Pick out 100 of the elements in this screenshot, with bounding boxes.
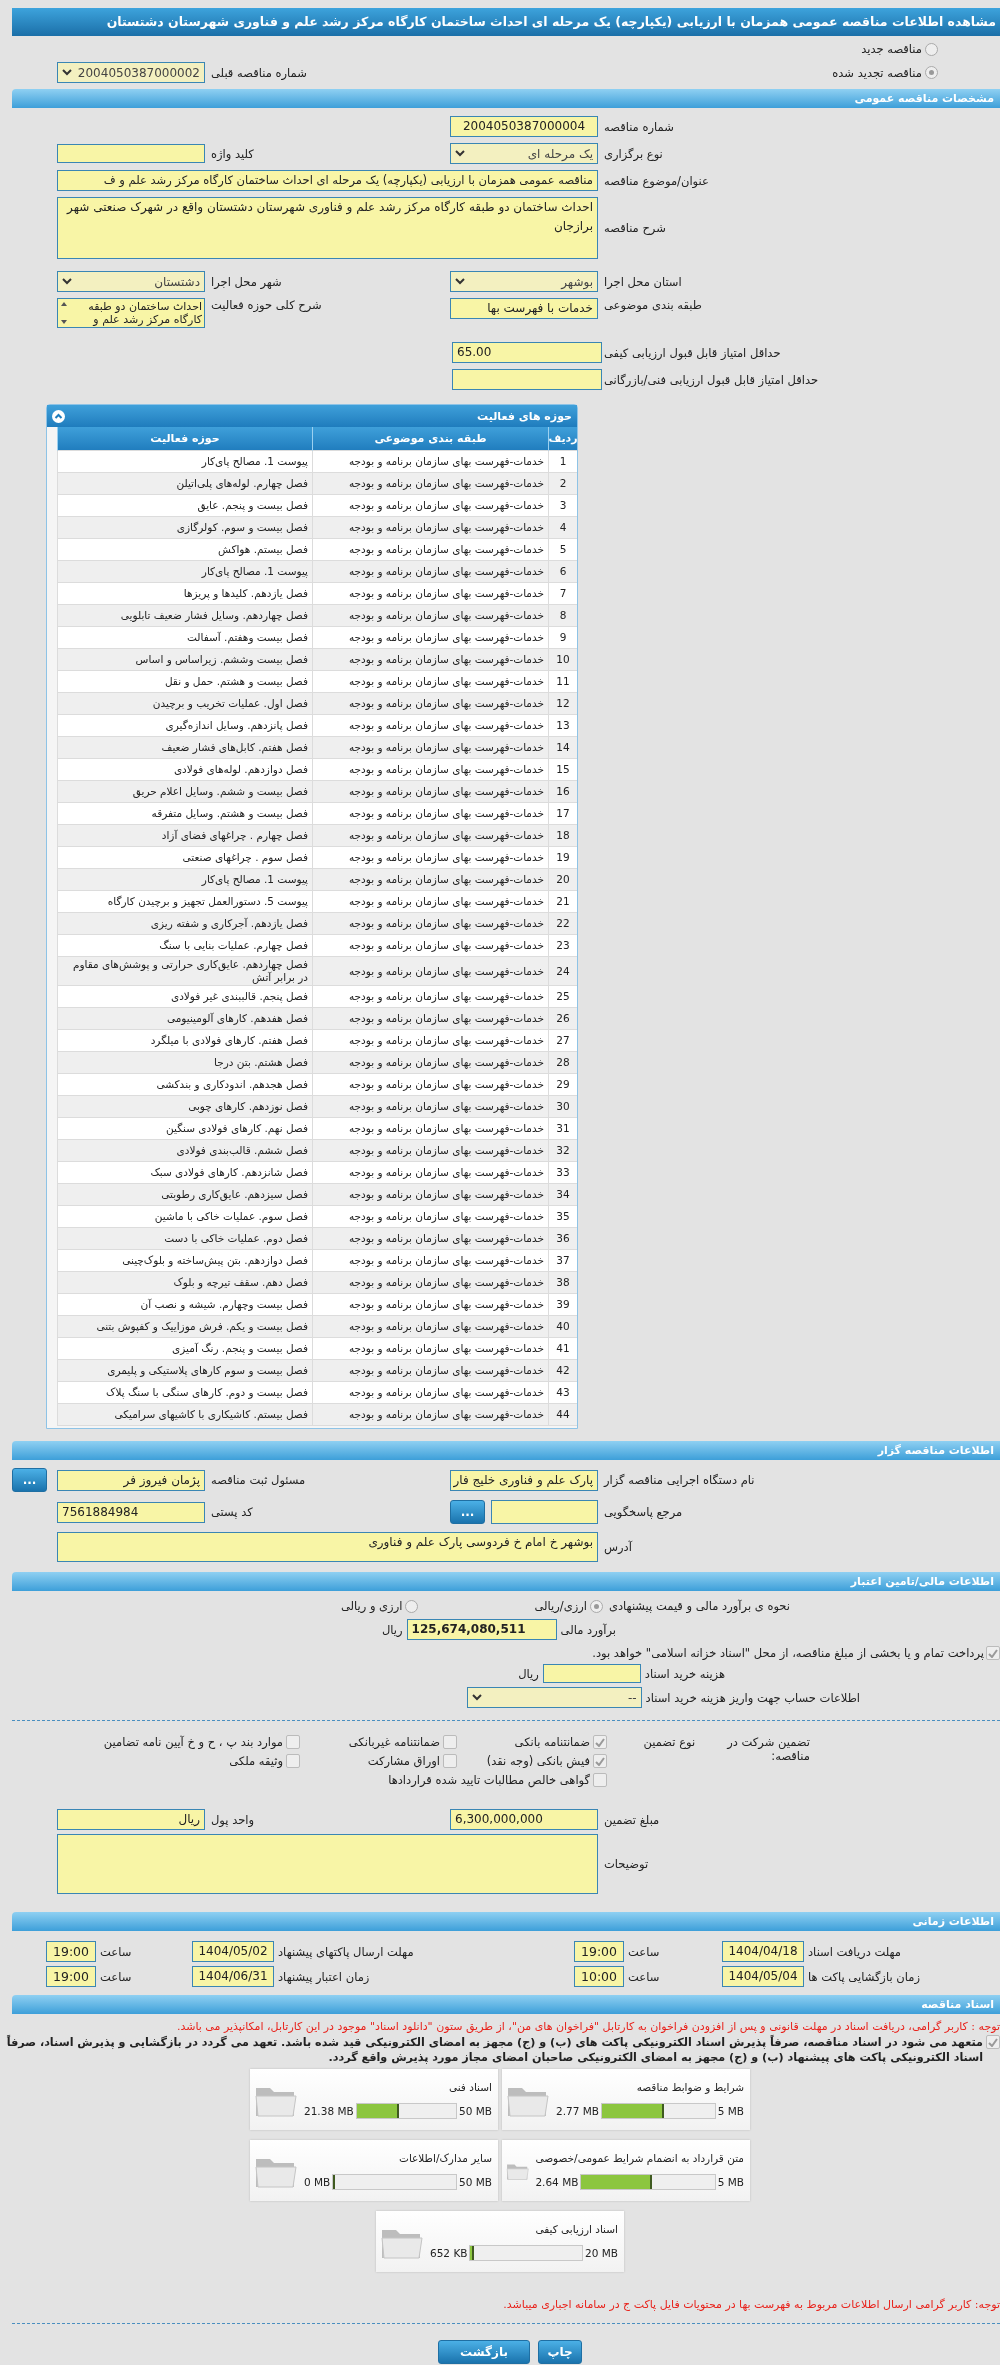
file-size: 21.38 MB: [304, 2104, 354, 2117]
checkbox[interactable]: [593, 1754, 607, 1768]
time-field[interactable]: 19:00: [574, 1941, 624, 1962]
radio-button[interactable]: [925, 42, 938, 56]
document-name: شرایط و ضوابط مناقصه: [635, 2080, 744, 2093]
field-label: شماره مناقصه قبلی: [210, 65, 308, 80]
field-label: واحد پول: [210, 1812, 256, 1827]
field-label: عنوان/موضوع مناقصه: [603, 173, 710, 188]
browse-button[interactable]: ...: [12, 1468, 47, 1492]
technical-score-field[interactable]: [452, 369, 602, 390]
field-label: زمان اعتبار پیشنهاد: [277, 1969, 371, 1984]
date-field[interactable]: 1404/04/18: [722, 1941, 804, 1962]
time-field[interactable]: 19:00: [46, 1941, 96, 1962]
previous-number-select[interactable]: 2004050387000002: [57, 62, 205, 83]
checkbox-label: پرداخت تمام و یا بخشی از مبلغ مناقصه، از محل "اسناد خزانه اسلامی" خواهد بود.: [592, 1646, 984, 1660]
estimate-field[interactable]: 125,674,080,511: [406, 1619, 557, 1640]
field-label: مسئول ثبت مناقصه: [210, 1473, 307, 1487]
registrar-field[interactable]: پژمان فیروز فر: [57, 1469, 205, 1491]
checkbox[interactable]: [286, 1735, 300, 1749]
unit-label: ریال: [518, 1666, 539, 1681]
checkbox[interactable]: [286, 1754, 300, 1768]
activity-summary-field[interactable]: احداث ساختمان دو طبقه کارگاه مرکز رشد علم و: [57, 298, 205, 328]
currency-field[interactable]: ریال: [57, 1809, 205, 1830]
notes-field[interactable]: [57, 1834, 598, 1894]
max-size: 50 MB: [459, 2175, 492, 2188]
category-field[interactable]: خدمات با فهرست بها: [450, 298, 598, 319]
radio-label: ارزی و ریالی: [340, 1599, 403, 1613]
max-size: 5 MB: [717, 2104, 744, 2117]
field-label: نوع تضمین: [642, 1735, 696, 1749]
organization-field[interactable]: پارک علم و فناوری خلیج فار: [450, 1469, 598, 1491]
date-field[interactable]: 1404/05/04: [722, 1966, 804, 1987]
checkbox-label: وثیقه ملکی: [229, 1754, 283, 1768]
chevron-down-icon: [62, 278, 72, 285]
commitment-text: متعهد می شود در اسناد مناقصه، صرفاً پذیرش اسناد الکترونیکی پاکت های (ب) و (ج) مجهز به امضای الکترونیکی قید شده باشد. تعهد می گردد در بازگشایی و پذیرش اسناد، صرفاً اسناد الکترونیکی پاکت های پیشنهاد (ب) و (ج) مجهز به امضای الکترونیکی صاحبان امضای مجاز مورد پذیرش واقع گردد.: [5, 2035, 983, 2065]
date-field[interactable]: 1404/06/31: [192, 1966, 274, 1987]
time-field[interactable]: 10:00: [574, 1966, 624, 1987]
document-name: اسناد فنی: [447, 2080, 492, 2093]
radio-button[interactable]: [925, 66, 938, 79]
checkbox-label: موارد بند پ ، ح و خ آیین نامه تضامین: [103, 1735, 283, 1749]
radio-button[interactable]: [405, 1599, 419, 1613]
collapse-icon[interactable]: [52, 409, 65, 423]
address-field[interactable]: بوشهر خ امام خ فردوسی پارک علم و فناوری: [57, 1532, 598, 1562]
radio-label: مناقصه جدید: [861, 42, 922, 56]
table-cell: خدمات-فهرست بهای سازمان برنامه و بودجه: [312, 1404, 548, 1426]
table-cell: 44: [548, 1404, 577, 1426]
field-label: مرجع پاسخگویی: [603, 1505, 684, 1519]
field-label: حداقل امتیاز قابل قبول ارزیابی فنی/بازرگانی: [603, 372, 820, 387]
radio-label: مناقصه تجدید شده: [832, 65, 922, 80]
field-label: کد پستی: [210, 1505, 254, 1519]
reference-field[interactable]: [491, 1500, 598, 1524]
quality-score-field[interactable]: 65.00: [452, 342, 602, 363]
keyword-field[interactable]: [57, 144, 205, 163]
checkbox-label: ضمانتنامه بانکی: [514, 1735, 590, 1749]
field-label: شماره مناقصه: [603, 119, 675, 134]
checkbox[interactable]: [593, 1773, 607, 1787]
field-label: نام دستگاه اجرایی مناقصه گزار: [602, 1473, 756, 1487]
file-size: 652 KB: [430, 2246, 468, 2259]
max-size: 20 MB: [585, 2246, 618, 2259]
field-label: مهلت دریافت اسناد: [807, 1944, 902, 1959]
guarantee-amount-field[interactable]: 6,300,000,000: [450, 1809, 598, 1830]
print-button[interactable]: چاپ: [538, 2340, 582, 2364]
province-select[interactable]: بوشهر: [450, 271, 598, 292]
checkbox[interactable]: [986, 2035, 1000, 2049]
section-header: اطلاعات مناقصه گزار: [12, 1441, 1000, 1460]
file-size: 0 MB: [304, 2175, 331, 2188]
document-name: متن قرارداد به انضمام شرایط عمومی/خصوصی: [535, 2151, 744, 2164]
postal-code-field[interactable]: 7561884984: [57, 1501, 205, 1523]
field-label: برآورد مالی: [560, 1622, 616, 1637]
field-label: ساعت: [627, 1944, 661, 1959]
section-header: اطلاعات زمانی: [12, 1912, 1000, 1931]
field-label: شرح مناقصه: [603, 221, 667, 235]
checkbox-label: ضمانتنامه غیربانکی: [348, 1735, 440, 1749]
max-size: 50 MB: [459, 2104, 492, 2117]
checkbox[interactable]: [443, 1735, 457, 1749]
page-title: مشاهده اطلاعات مناقصه عمومی همزمان با ارزیابی (یکپارچه) یک مرحله ای احداث ساختمان کارگاه مرکز رشد علم و فناوری شهرستان دشتستان: [12, 8, 1000, 36]
back-button[interactable]: بازگشت: [438, 2340, 530, 2364]
time-field[interactable]: 19:00: [46, 1966, 96, 1987]
section-header: مشخصات مناقصه عمومی: [12, 89, 1000, 108]
checkbox[interactable]: [443, 1754, 457, 1768]
field-label: تضمین شرکت در مناقصه:: [725, 1735, 810, 1763]
document-cost-field[interactable]: [542, 1664, 641, 1683]
field-label: مبلغ تضمین: [603, 1812, 661, 1827]
browse-button[interactable]: ...: [450, 1500, 485, 1524]
radio-label: ارزی/ریالی: [534, 1599, 587, 1613]
field-label: استان محل اجرا: [603, 274, 683, 289]
account-select[interactable]: --: [466, 1687, 642, 1708]
notice-text: توجه : کاربر گرامی، دریافت اسناد در مهلت قانونی و پس از افزودن فراخوان به کارتابل "فراخوان های من"، از طریق ستون "دانلود اسناد" موجود در این کارتابل، امکانپذیر می باشد.: [175, 2020, 1000, 2033]
tender-number-field[interactable]: 2004050387000004: [450, 116, 598, 137]
field-label: مهلت ارسال پاکتهای پیشنهاد: [277, 1944, 415, 1959]
field-label: نحوه ی برآورد مالی و قیمت پیشنهادی: [608, 1599, 790, 1613]
date-field[interactable]: 1404/05/02: [192, 1941, 274, 1962]
radio-button[interactable]: [589, 1599, 603, 1613]
section-header: اطلاعات مالی/تامین اعتبار: [12, 1572, 1000, 1591]
subject-field[interactable]: مناقصه عمومی همزمان با ارزیابی (یکپارچه) یک مرحله ای احداث ساختمان کارگاه مرکز رشد علم و ف: [57, 170, 598, 191]
city-select[interactable]: دشتستان: [57, 271, 205, 292]
checkbox[interactable]: [986, 1646, 1000, 1660]
checkbox[interactable]: [593, 1735, 607, 1749]
field-label: طبقه بندی موضوعی: [603, 298, 703, 312]
description-field[interactable]: احداث ساختمان دو طبقه کارگاه مرکز رشد علم و فناوری شهرستان دشتستان واقع در شهرک صنعتی شهر برازجان: [57, 197, 598, 259]
holding-type-select[interactable]: یک مرحله ای: [450, 143, 598, 164]
